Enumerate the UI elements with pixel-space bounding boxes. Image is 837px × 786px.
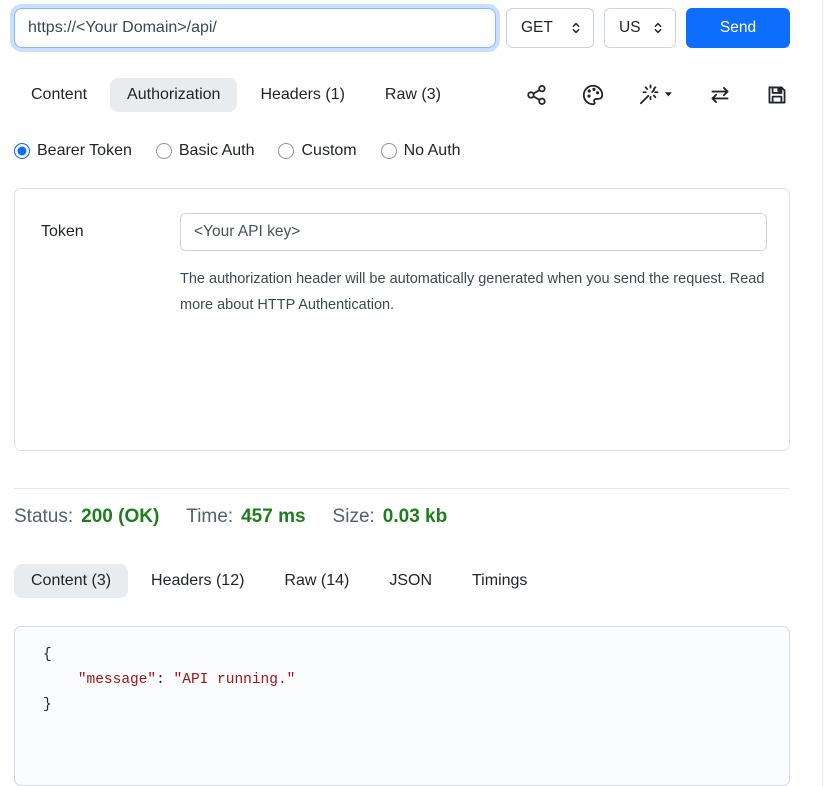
send-button[interactable]: Send [686, 8, 790, 48]
response-tab-raw[interactable]: Raw (14) [267, 564, 366, 598]
token-input[interactable] [180, 213, 767, 251]
status-label: Status: [14, 506, 73, 528]
radio-unchecked-icon [381, 143, 397, 159]
json-open-brace: { [43, 647, 52, 663]
status-group: Status: 200 (OK) [14, 506, 159, 528]
method-select[interactable]: GET [506, 8, 594, 48]
size-label: Size: [333, 506, 375, 528]
request-tabs: Content Authorization Headers (1) Raw (3… [14, 78, 458, 112]
tab-raw[interactable]: Raw (3) [368, 78, 458, 112]
auth-option-custom[interactable]: Custom [278, 142, 356, 160]
json-indent [43, 672, 78, 688]
response-tab-content[interactable]: Content (3) [14, 564, 128, 598]
toolbar [526, 84, 790, 106]
request-bar: GET US Send [14, 8, 790, 48]
json-close-brace: } [43, 697, 52, 713]
region-select-value: US [619, 19, 641, 37]
tab-authorization[interactable]: Authorization [110, 78, 237, 112]
save-icon[interactable] [766, 84, 788, 106]
status-value: 200 (OK) [81, 506, 159, 528]
auth-option-basic-auth[interactable]: Basic Auth [156, 142, 255, 160]
json-separator: : [156, 672, 173, 688]
auth-option-label: Custom [301, 142, 356, 160]
token-label: Token [41, 223, 180, 241]
size-value: 0.03 kb [383, 506, 447, 528]
radio-checked-icon [14, 143, 30, 159]
response-tab-headers[interactable]: Headers (12) [134, 564, 261, 598]
region-select[interactable]: US [604, 8, 676, 48]
url-input[interactable] [14, 8, 496, 48]
time-label: Time: [186, 506, 233, 528]
auth-option-no-auth[interactable]: No Auth [381, 142, 461, 160]
swap-arrows-icon[interactable] [708, 84, 732, 106]
share-icon[interactable] [526, 84, 548, 106]
response-tab-timings[interactable]: Timings [455, 564, 544, 598]
size-group: Size: 0.03 kb [333, 506, 448, 528]
auth-option-label: No Auth [404, 142, 461, 160]
response-tab-json[interactable]: JSON [372, 564, 449, 598]
magic-wand-dropdown-icon[interactable] [638, 84, 674, 106]
tab-content[interactable]: Content [14, 78, 104, 112]
time-value: 457 ms [241, 506, 305, 528]
palette-icon[interactable] [582, 84, 604, 106]
response-json: { "message": "API running." } [43, 643, 777, 718]
radio-unchecked-icon [278, 143, 294, 159]
response-status-row: Status: 200 (OK) Time: 457 ms Size: 0.03… [14, 506, 790, 528]
api-client-page: GET US Send Content Authorization Header… [0, 0, 823, 786]
token-panel: Token The authorization header will be a… [14, 188, 790, 451]
radio-unchecked-icon [156, 143, 172, 159]
token-row: Token [41, 213, 767, 251]
auth-option-label: Bearer Token [37, 142, 132, 160]
auth-option-bearer-token[interactable]: Bearer Token [14, 142, 132, 160]
chevron-expand-icon [651, 21, 665, 35]
json-key: "message" [78, 672, 156, 688]
response-tabs: Content (3) Headers (12) Raw (14) JSON T… [14, 564, 790, 598]
response-body-panel[interactable]: { "message": "API running." } [14, 626, 790, 786]
json-value: "API running." [174, 672, 296, 688]
tab-headers[interactable]: Headers (1) [243, 78, 361, 112]
token-help-text: The authorization header will be automat… [180, 267, 767, 319]
method-select-value: GET [521, 19, 553, 37]
time-group: Time: 457 ms [186, 506, 305, 528]
chevron-expand-icon [569, 21, 583, 35]
section-divider [14, 488, 790, 489]
auth-option-label: Basic Auth [179, 142, 255, 160]
request-tabs-row: Content Authorization Headers (1) Raw (3… [14, 78, 790, 112]
auth-type-row: Bearer Token Basic Auth Custom No Auth [14, 142, 790, 160]
